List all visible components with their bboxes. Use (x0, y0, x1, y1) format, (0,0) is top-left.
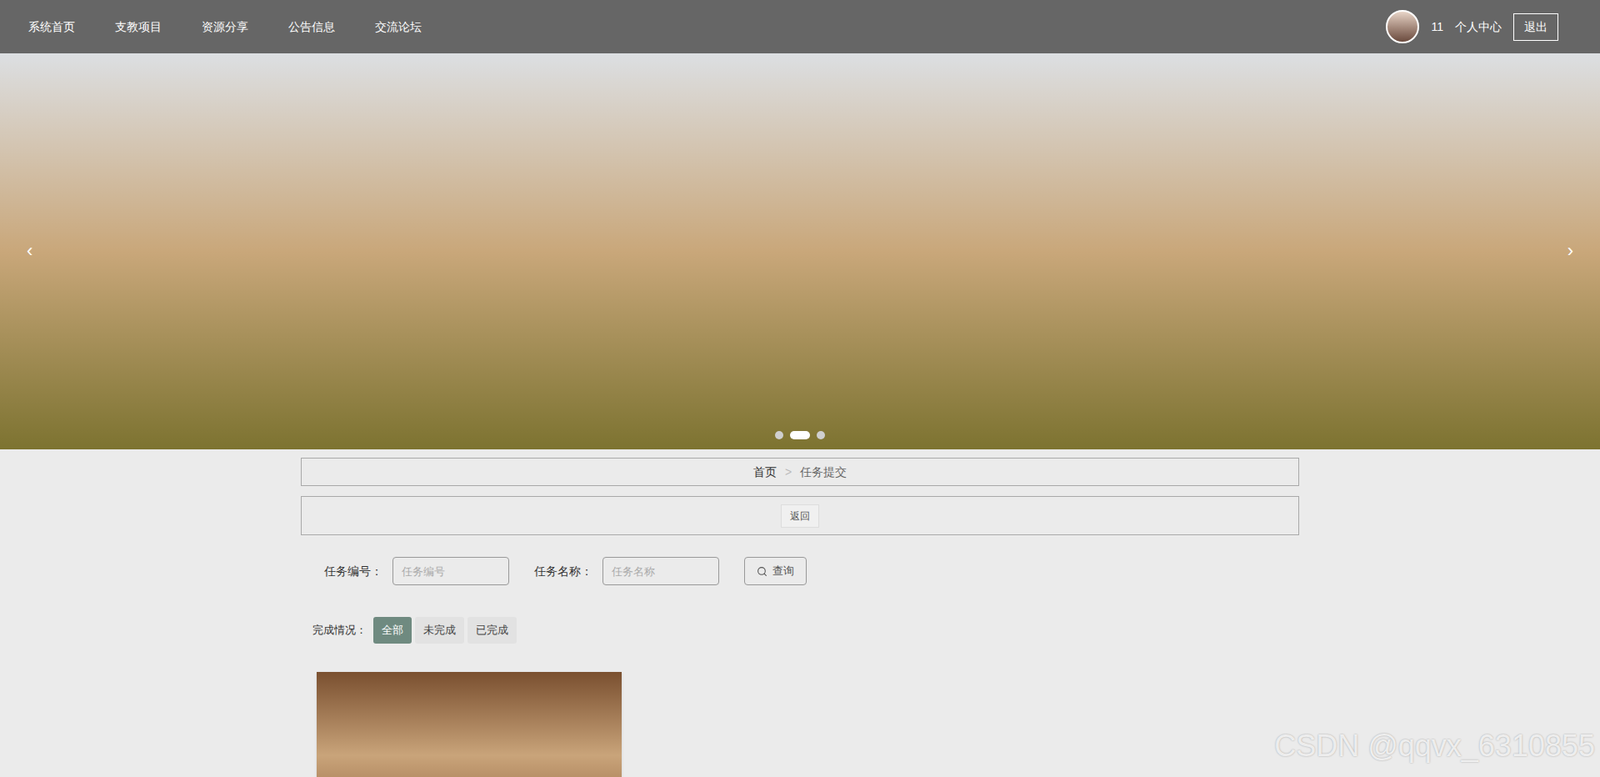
breadcrumb-home[interactable]: 首页 (753, 463, 777, 481)
filter-option[interactable]: 未完成 (415, 616, 465, 644)
search-row: 任务编号： 任务名称： 查询 (300, 556, 1300, 585)
banner-dot[interactable] (775, 430, 784, 440)
nav-item[interactable]: 系统首页 (25, 18, 79, 36)
filter-option[interactable]: 全部 (373, 616, 412, 644)
task-card[interactable] (316, 671, 622, 777)
page: 系统首页支教项目资源分享公告信息交流论坛11个人中心退出‹›首页>任务提交返回任… (0, 0, 1600, 777)
banner: ‹› (0, 53, 1600, 450)
nav-item[interactable]: 支教项目 (111, 18, 165, 36)
back-bar: 返回 (300, 495, 1300, 535)
content: 首页>任务提交返回任务编号： 任务名称： 查询完成情况： 全部未完成已完成 (300, 449, 1300, 777)
avatar-icon[interactable] (1385, 10, 1420, 44)
search-label: 任务编号： (324, 562, 383, 580)
breadcrumb-current: 任务提交 (800, 463, 847, 481)
search-input[interactable] (602, 556, 720, 585)
nav-item[interactable]: 交流论坛 (371, 18, 425, 36)
nav-item[interactable]: 资源分享 (198, 18, 252, 36)
search-label: 任务名称： (534, 562, 593, 580)
watermark: CSDN @qqvx_6310855 (1274, 723, 1595, 769)
banner-dot[interactable] (816, 430, 825, 440)
filter-row: 完成情况： 全部未完成已完成 (300, 616, 1300, 644)
breadcrumb: 首页>任务提交 (300, 457, 1300, 486)
search-icon (756, 565, 768, 577)
user-name: 11 (1430, 18, 1444, 36)
search-input[interactable] (392, 556, 510, 585)
banner-prev[interactable]: ‹ (21, 236, 38, 265)
search-button[interactable]: 查询 (744, 556, 807, 585)
filter-label: 完成情况： (312, 621, 367, 639)
filter-option[interactable]: 已完成 (467, 616, 517, 644)
banner-dot[interactable] (790, 430, 810, 440)
back-button[interactable]: 返回 (780, 504, 820, 528)
banner-next[interactable]: › (1562, 236, 1579, 265)
nav-item[interactable]: 公告信息 (285, 18, 339, 36)
logout-button[interactable]: 退出 (1513, 13, 1559, 41)
profile-link[interactable]: 个人中心 (1455, 18, 1502, 36)
top-nav: 系统首页 支教项目 资源分享 公告信息 交流论坛 11 个人中心退出 (0, 0, 1600, 54)
